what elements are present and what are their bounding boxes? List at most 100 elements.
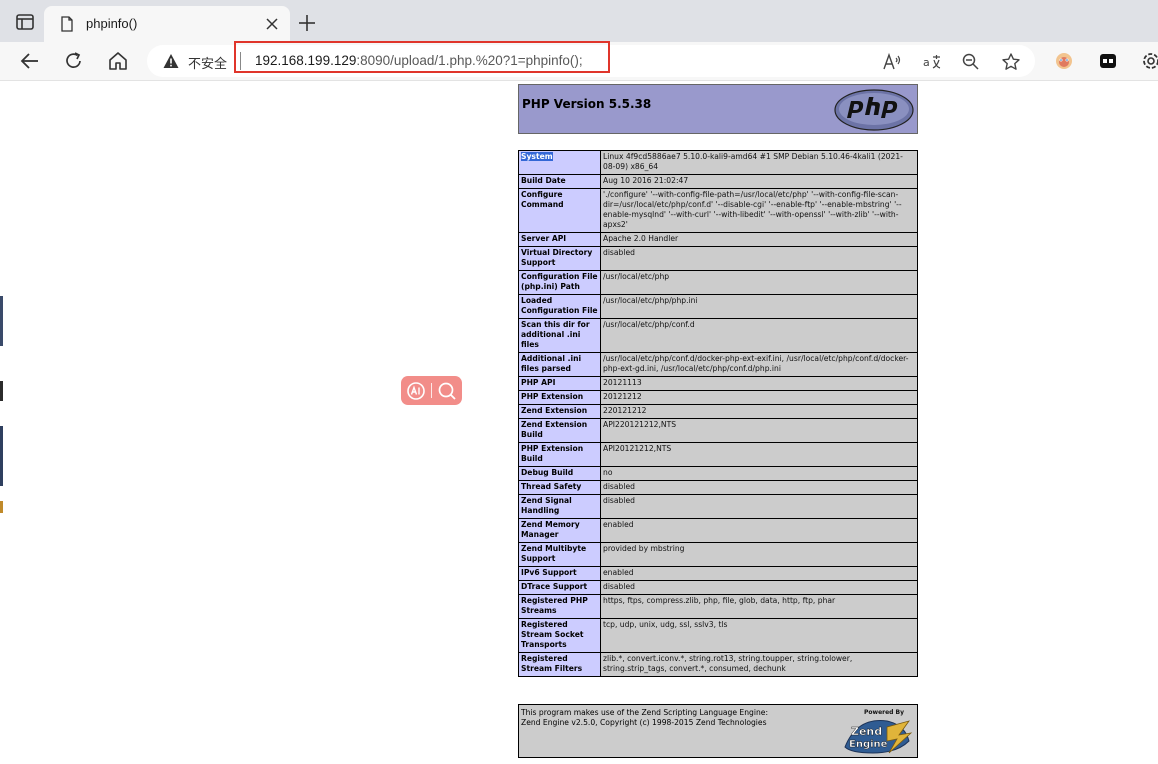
sidebar-icon[interactable] [16, 14, 34, 30]
info-label: Configuration File (php.ini) Path [518, 270, 601, 295]
info-value: Aug 10 2016 21:02:47 [600, 174, 918, 189]
info-value: 20121113 [600, 376, 918, 391]
ai-search-widget[interactable] [401, 376, 462, 405]
info-label: Server API [518, 232, 601, 247]
info-label-text: Registered PHP Streams [521, 596, 588, 615]
info-value: /usr/local/etc/php/conf.d [600, 318, 918, 353]
info-row: PHP API 20121113 [518, 376, 918, 391]
info-label-text: Zend Memory Manager [521, 520, 580, 539]
info-row: DTrace Support disabled [518, 580, 918, 595]
settings-icon[interactable] [1140, 50, 1158, 72]
info-row: Build Date Aug 10 2016 21:02:47 [518, 174, 918, 189]
search-icon[interactable] [437, 381, 457, 401]
page-content: PHP Version 5.5.38 System Linux 4f9cd5886… [0, 81, 1158, 764]
zend-logo-powered: Powered By [864, 709, 904, 716]
refresh-icon[interactable] [63, 50, 85, 72]
info-value: no [600, 466, 918, 481]
info-label: DTrace Support [518, 580, 601, 595]
info-value: 220121212 [600, 404, 918, 419]
info-row: Zend Extension Build API220121212,NTS [518, 418, 918, 443]
tab-phpinfo[interactable]: phpinfo() [44, 6, 290, 42]
info-value: provided by mbstring [600, 542, 918, 567]
info-label: Zend Multibyte Support [518, 542, 601, 567]
read-aloud-icon[interactable] [882, 52, 902, 72]
close-icon[interactable] [264, 16, 280, 32]
zoom-out-icon[interactable] [961, 52, 981, 72]
zend-line-2: Zend Engine v2.5.0, Copyright (c) 1998-2… [521, 718, 767, 727]
info-value: /usr/local/etc/php/conf.d/docker-php-ext… [600, 352, 918, 377]
warning-icon[interactable] [163, 53, 179, 69]
info-label: Virtual Directory Support [518, 246, 601, 271]
info-label-text: PHP API [521, 378, 556, 387]
info-value: disabled [600, 580, 918, 595]
zend-logo-word2: Engine [849, 739, 888, 750]
info-label-text: Zend Signal Handling [521, 496, 572, 515]
translate-icon[interactable]: a [922, 52, 942, 72]
info-row: Registered PHP Streams https, ftps, compr… [518, 594, 918, 619]
info-label-text: Configure Command [521, 190, 564, 209]
info-row: PHP Extension Build API20121212,NTS [518, 442, 918, 467]
info-label-text: Scan this dir for additional .ini files [521, 320, 590, 349]
info-label: Build Date [518, 174, 601, 189]
info-label: IPv6 Support [518, 566, 601, 581]
info-row: Server API Apache 2.0 Handler [518, 232, 918, 247]
info-row: Zend Multibyte Support provided by mbstri… [518, 542, 918, 567]
security-label[interactable]: 不安全 [188, 53, 227, 72]
php-info-table-body: System Linux 4f9cd5886ae7 5.10.0-kali9-am… [518, 150, 918, 677]
info-label-text: DTrace Support [521, 582, 588, 591]
collections-icon[interactable] [1097, 50, 1119, 72]
info-label: Scan this dir for additional .ini files [518, 318, 601, 353]
back-icon[interactable] [19, 50, 41, 72]
info-label-text: PHP Extension [521, 392, 584, 401]
info-label: System [518, 150, 601, 175]
tab-strip: phpinfo() [0, 0, 1158, 42]
info-row: IPv6 Support enabled [518, 566, 918, 581]
info-label: Loaded Configuration File [518, 294, 601, 319]
info-value: Apache 2.0 Handler [600, 232, 918, 247]
info-label: PHP Extension [518, 390, 601, 405]
ai-icon[interactable] [406, 381, 426, 401]
info-row: Registered Stream Filters zlib.*, convert… [518, 652, 918, 677]
info-value: enabled [600, 518, 918, 543]
info-label-text: Build Date [521, 176, 566, 185]
info-label-text: Virtual Directory Support [521, 248, 593, 267]
info-label-text: Zend Extension [521, 406, 588, 415]
info-label-text: Debug Build [521, 468, 574, 477]
info-value: /usr/local/etc/php [600, 270, 918, 295]
info-label: Zend Extension Build [518, 418, 601, 443]
zend-line-1: This program makes use of the Zend Scrip… [521, 708, 769, 717]
info-row: Additional .ini files parsed/usr/local/e… [518, 352, 918, 377]
extension-icon[interactable] [1053, 50, 1075, 72]
info-row: Zend Signal Handling disabled [518, 494, 918, 519]
info-label: Registered Stream Filters [518, 652, 601, 677]
info-row: Loaded Configuration File/usr/local/etc/… [518, 294, 918, 319]
url-highlight-annotation [234, 41, 610, 73]
info-row: Registered Stream Socket Transports tcp, … [518, 618, 918, 653]
info-value: disabled [600, 480, 918, 495]
info-label-text: Zend Multibyte Support [521, 544, 587, 563]
info-label: PHP Extension Build [518, 442, 601, 467]
zend-engine-box: This program makes use of the Zend Scrip… [518, 704, 918, 758]
info-label: Thread Safety [518, 480, 601, 495]
zend-engine-logo: Powered By Zend Engine [844, 709, 913, 754]
info-label: Additional .ini files parsed [518, 352, 601, 377]
info-label: Configure Command [518, 188, 601, 233]
home-icon[interactable] [107, 50, 129, 72]
info-row: Scan this dir for additional .ini files /… [518, 318, 918, 353]
php-version-header: PHP Version 5.5.38 [518, 84, 918, 134]
info-value: './configure' '--with-config-file-path=/… [600, 188, 918, 233]
plus-icon[interactable] [297, 13, 317, 33]
info-label-text: IPv6 Support [521, 568, 577, 577]
php-version-title: PHP Version 5.5.38 [522, 97, 652, 111]
svg-text:a: a [923, 56, 930, 69]
info-row: PHP Extension 20121212 [518, 390, 918, 405]
info-value: zlib.*, convert.iconv.*, string.rot13, s… [600, 652, 918, 677]
info-row: Zend Extension 220121212 [518, 404, 918, 419]
info-label-text: System [521, 152, 553, 161]
info-value: disabled [600, 494, 918, 519]
info-label-text: Registered Stream Filters [521, 654, 583, 673]
info-label-text: Configuration File (php.ini) Path [521, 272, 598, 291]
info-value: disabled [600, 246, 918, 271]
info-value: Linux 4f9cd5886ae7 5.10.0-kali9-amd64 #1… [600, 150, 918, 175]
favorite-icon[interactable] [1001, 52, 1021, 72]
